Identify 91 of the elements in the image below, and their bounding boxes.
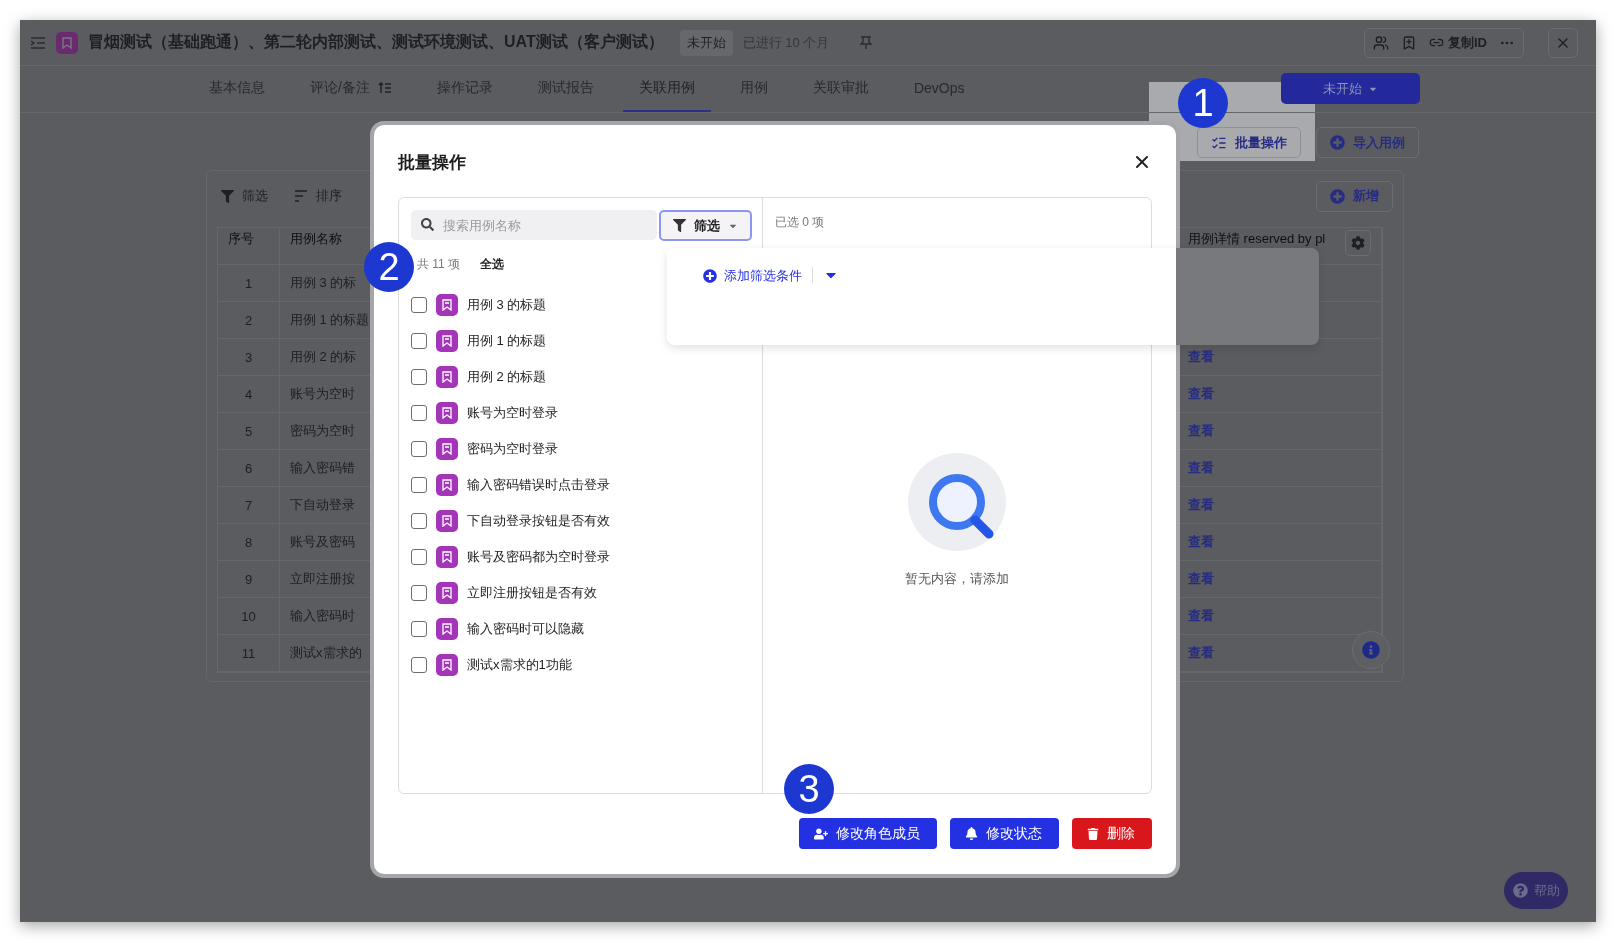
case-title: 账号及密码都为空时登录: [467, 548, 610, 566]
sort-icon: [294, 190, 308, 202]
checkbox[interactable]: [411, 297, 427, 313]
checkbox[interactable]: [411, 441, 427, 457]
status-badge: 未开始: [679, 29, 733, 56]
checkbox[interactable]: [411, 621, 427, 637]
column-header: 用例详情 reserved by pl: [1188, 230, 1326, 248]
case-title: 输入密码时可以隐藏: [467, 620, 584, 638]
sidebar-toggle-icon[interactable]: [30, 35, 46, 50]
checkbox[interactable]: [411, 477, 427, 493]
filter-icon: [221, 189, 234, 203]
empty-message: 暂无内容，请添加: [905, 569, 1009, 588]
case-icon: [436, 582, 458, 604]
table-cell: 5: [244, 423, 253, 439]
help-button[interactable]: 帮助: [1504, 872, 1568, 909]
table-cell: 11: [241, 645, 256, 661]
bookmark-app-icon: [56, 31, 78, 54]
checkbox[interactable]: [411, 333, 427, 349]
table-cell: 6: [244, 460, 253, 476]
table-cell: 用例 3 的标: [290, 274, 357, 292]
checkbox[interactable]: [411, 513, 427, 529]
selected-count: 已选 0 项: [775, 213, 825, 231]
trash-icon: [1087, 827, 1099, 840]
column-header: 用例名称: [290, 230, 342, 248]
search-icon: [421, 218, 434, 231]
copy-id-button[interactable]: 复制ID: [1429, 33, 1487, 52]
case-icon: [436, 546, 458, 568]
action-button[interactable]: 修改角色成员: [799, 818, 937, 849]
bookmark-icon[interactable]: [1401, 34, 1417, 51]
checkbox[interactable]: [411, 585, 427, 601]
filter-button[interactable]: 筛选: [659, 210, 752, 241]
user-plus-icon: [814, 826, 828, 841]
bell-icon: [965, 827, 978, 840]
checkbox[interactable]: [411, 369, 427, 385]
case-title: 测试x需求的1功能: [467, 656, 572, 674]
case-title: 账号为空时登录: [467, 404, 558, 422]
plus-icon: [1330, 135, 1345, 150]
case-title: 输入密码错误时点击登录: [467, 476, 610, 494]
table-cell: 10: [241, 608, 256, 624]
table-cell: 7: [244, 497, 253, 513]
case-title: 密码为空时登录: [467, 440, 558, 458]
table-cell: 密码为空时: [290, 422, 355, 440]
table-cell: 下自动登录: [290, 496, 355, 514]
plus-icon: [1330, 188, 1345, 204]
case-icon: [436, 618, 458, 640]
table-cell: 账号为空时: [290, 385, 355, 403]
action-button[interactable]: 修改状态: [950, 818, 1059, 849]
case-icon: [436, 330, 458, 352]
search-field[interactable]: 搜索用例名称: [411, 210, 657, 240]
case-icon: [436, 510, 458, 532]
batch-button[interactable]: 批量操作: [1197, 127, 1301, 158]
table-cell: 8: [244, 534, 253, 550]
filter-icon: [673, 219, 686, 232]
case-icon: [436, 294, 458, 316]
case-title: 下自动登录按钮是否有效: [467, 512, 610, 530]
table-cell: 立即注册按: [290, 570, 355, 588]
checkbox[interactable]: [411, 657, 427, 673]
case-icon: [436, 402, 458, 424]
case-title: 用例 3 的标题: [467, 296, 547, 314]
status-dropdown[interactable]: 未开始: [1281, 73, 1420, 104]
item-count: 共 11 项: [417, 255, 461, 273]
table-cell: 3: [244, 349, 253, 365]
case-icon: [436, 654, 458, 676]
add-filter-link[interactable]: 添加筛选条件: [703, 267, 802, 285]
case-title: 用例 1 的标题: [467, 332, 547, 350]
info-icon: [1362, 641, 1380, 659]
dialog-title: 批量操作: [398, 151, 466, 174]
case-icon: [436, 474, 458, 496]
filter-button[interactable]: 筛选: [221, 187, 268, 205]
help-icon: [1512, 883, 1528, 898]
select-all-button[interactable]: 全选: [480, 255, 505, 273]
settings-icon: [1351, 236, 1365, 250]
checkbox[interactable]: [411, 549, 427, 565]
window-title: 冒烟测试（基础跑通）、第二轮内部测试、测试环境测试、UAT测试（客户测试）: [88, 32, 664, 52]
table-cell: 用例 2 的标: [290, 348, 357, 366]
settings-button[interactable]: [1345, 230, 1371, 256]
table-cell: 账号及密码: [290, 533, 355, 551]
case-icon: [436, 438, 458, 460]
checkbox[interactable]: [411, 405, 427, 421]
delete-button[interactable]: 删除: [1072, 818, 1152, 849]
column-header: 序号: [228, 230, 254, 248]
case-title: 用例 2 的标题: [467, 368, 547, 386]
table-cell: 4: [244, 386, 253, 402]
members-icon[interactable]: [1373, 34, 1389, 51]
table-cell: 2: [244, 312, 253, 328]
case-icon: [436, 366, 458, 388]
table-cell: 9: [244, 571, 253, 587]
tab[interactable]: 关联用例: [622, 66, 711, 112]
plus-icon: [703, 269, 717, 283]
case-title: 立即注册按钮是否有效: [467, 584, 597, 602]
table-cell: 1: [244, 275, 253, 291]
